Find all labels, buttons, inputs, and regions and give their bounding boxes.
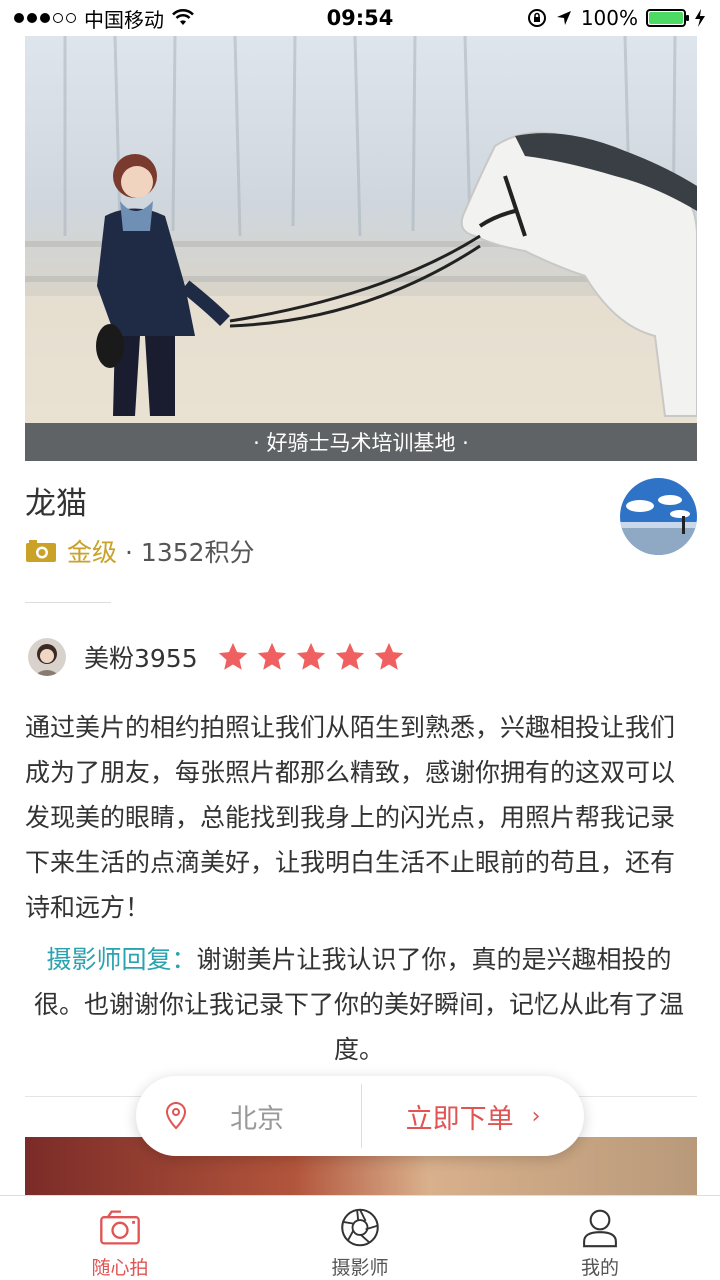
battery-icon [646, 9, 689, 27]
tab-label: 我的 [580, 1257, 619, 1279]
level-row: 金级 · 1352积分 [25, 533, 255, 569]
tab-photographer[interactable]: 摄影师 [240, 1196, 480, 1280]
hero-illustration [25, 36, 697, 461]
tab-mine[interactable]: 我的 [480, 1196, 720, 1280]
hero-caption: · 好骑士马术培训基地 · [25, 423, 697, 461]
clock: 09:54 [326, 6, 394, 30]
star-icon [296, 642, 325, 670]
photographer-reply: 摄影师回复：谢谢美片让我认识了你，真的是兴趣相投的很。也谢谢你让我记录下了你的美… [34, 937, 684, 1072]
tab-suixinpai[interactable]: 随心拍 [0, 1196, 240, 1280]
rating-stars [216, 640, 406, 674]
reply-label: 摄影师回复： [46, 945, 197, 974]
camera-badge-icon [26, 540, 56, 562]
location-pin-icon [165, 1101, 187, 1130]
star-icon [374, 642, 403, 670]
tab-label: 摄影师 [331, 1257, 389, 1279]
points-label: · 1352积分 [125, 538, 255, 567]
charging-icon [695, 9, 705, 27]
order-button[interactable]: 立即下单 › [362, 1076, 584, 1156]
level-label: 金级 [67, 538, 118, 567]
signal-icon [14, 13, 76, 23]
star-icon [257, 642, 286, 670]
battery-percent: 100% [580, 6, 638, 30]
order-label: 立即下单 [405, 1103, 514, 1135]
review-text: 通过美片的相约拍照让我们从陌生到熟悉，兴趣相投让我们成为了朋友，每张照片都那么精… [25, 713, 676, 922]
reviewer-name: 美粉3955 [84, 644, 198, 673]
hero-photo[interactable]: · 好骑士马术培训基地 · [25, 36, 697, 461]
battery-fill [649, 12, 683, 24]
carrier-label: 中国移动 [84, 7, 164, 32]
status-bar: 中国移动 09:54 100% [0, 0, 720, 36]
user-icon [583, 1209, 617, 1248]
camera-icon [100, 1210, 140, 1245]
photographer-avatar[interactable] [620, 478, 697, 555]
star-icon [218, 642, 247, 670]
chevron-right-icon: › [531, 1103, 541, 1129]
star-icon [335, 642, 364, 670]
aperture-icon [341, 1208, 379, 1247]
location-button[interactable]: 北京 [136, 1076, 361, 1156]
tab-bar: 随心拍 摄影师 我的 [0, 1195, 720, 1280]
photographer-name: 龙猫 [25, 486, 87, 522]
reviewer-row: 美粉3955 [28, 638, 406, 676]
rotation-lock-icon [527, 9, 546, 27]
location-arrow-icon [556, 11, 571, 25]
action-bar: 北京 立即下单 › [136, 1076, 584, 1156]
location-label: 北京 [230, 1103, 284, 1135]
reviewer-avatar[interactable] [28, 638, 66, 676]
divider [25, 602, 111, 603]
tab-label: 随心拍 [91, 1257, 149, 1279]
wifi-icon [172, 9, 194, 25]
